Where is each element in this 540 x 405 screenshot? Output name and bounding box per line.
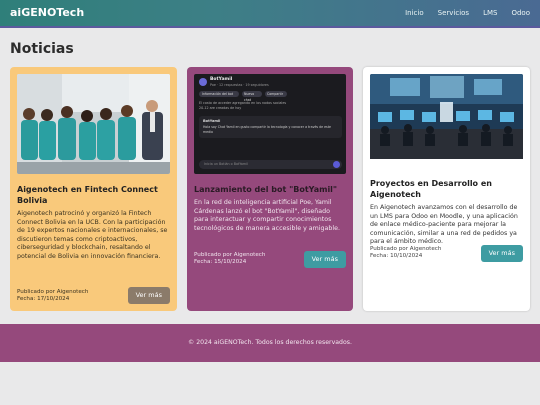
- nav-odoo[interactable]: Odoo: [511, 9, 530, 17]
- bot-desc-line-1: El costo de acceder agregando en los nod…: [199, 101, 287, 105]
- site-footer: © 2024 aiGENOTech. Todos los derechos re…: [0, 324, 540, 362]
- bot-avatar: [199, 78, 207, 86]
- card-title[interactable]: Lanzamiento del bot "BotYamil": [194, 184, 346, 195]
- ver-mas-button[interactable]: Ver más: [127, 287, 170, 304]
- reply-line-1: Hola soy Chat Yamil en gusto compartir l…: [203, 125, 331, 129]
- ver-mas-button[interactable]: Ver más: [303, 251, 346, 268]
- reply-line-2: medio: [203, 130, 213, 134]
- card-author: Publicado por Aigenotech: [370, 246, 442, 252]
- bot-name: BotYamil: [210, 77, 233, 82]
- nav-lms[interactable]: LMS: [483, 9, 497, 17]
- fintech-team-photo: [17, 74, 170, 174]
- bot-reply-bubble: BotYamil Hola soy Chat Yamil en gusto co…: [199, 116, 342, 138]
- card-date: Fecha: 10/10/2024: [370, 253, 423, 259]
- news-card-botyamil: BotYamil Poe · 12 respuestas · 19 seguid…: [187, 67, 353, 311]
- news-card-proyectos: Proyectos en Desarrollo en Aigenotech En…: [363, 67, 530, 311]
- main-nav: Inicio Servicios LMS Odoo: [405, 9, 530, 17]
- card-date: Fecha: 15/10/2024: [194, 259, 247, 265]
- card-date: Fecha: 17/10/2024: [17, 296, 70, 302]
- share-chip: Compartir: [265, 91, 287, 97]
- news-card-fintech: Aigenotech en Fintech Connect Bolivia Ai…: [10, 67, 177, 311]
- bot-handle: Poe · 12 respuestas · 19 seguidores: [210, 83, 269, 87]
- reply-name: BotYamil: [203, 119, 221, 123]
- card-meta: Publicado por Aigenotech Fecha: 17/10/20…: [17, 289, 88, 303]
- card-meta: Publicado por Aigenotech Fecha: 10/10/20…: [370, 246, 441, 260]
- new-chat-chip: Nuevo chat: [242, 91, 262, 102]
- send-icon: [333, 161, 340, 168]
- chat-input: Inicia un Botián o BotYamil: [199, 160, 342, 169]
- card-meta: Publicado por Aigenotech Fecha: 15/10/20…: [194, 252, 265, 266]
- bot-info-chip: Información del bot: [199, 91, 239, 97]
- card-description: En Aigenotech avanzamos con el desarroll…: [370, 204, 518, 246]
- top-navbar: aiGENOTech Inicio Servicios LMS Odoo: [0, 0, 540, 28]
- card-description: Aigenotech patrocinó y organizó la Finte…: [17, 210, 168, 260]
- chat-input-placeholder: Inicia un Botián o BotYamil: [204, 162, 248, 166]
- ver-mas-button[interactable]: Ver más: [480, 245, 523, 262]
- card-author: Publicado por Aigenotech: [17, 289, 89, 295]
- team-photo-illustration: [17, 74, 170, 174]
- card-title[interactable]: Aigenotech en Fintech Connect Bolivia: [17, 184, 170, 206]
- brand-logo[interactable]: aiGENOTech: [10, 6, 84, 19]
- office-illustration: [370, 74, 523, 159]
- nav-inicio[interactable]: Inicio: [405, 9, 424, 17]
- card-description: En la red de inteligencia artificial Poe…: [194, 199, 341, 232]
- nav-servicios[interactable]: Servicios: [438, 9, 469, 17]
- card-author: Publicado por Aigenotech: [194, 252, 266, 258]
- botyamil-screenshot: BotYamil Poe · 12 respuestas · 19 seguid…: [194, 74, 346, 174]
- projects-illustration: [370, 74, 523, 174]
- page-title: Noticias: [10, 41, 74, 57]
- footer-copyright: © 2024 aiGENOTech. Todos los derechos re…: [188, 339, 352, 346]
- card-title[interactable]: Proyectos en Desarrollo en Aigenotech: [370, 178, 523, 200]
- bot-desc-line-2: 20-12 are creadas de hoy: [199, 106, 242, 110]
